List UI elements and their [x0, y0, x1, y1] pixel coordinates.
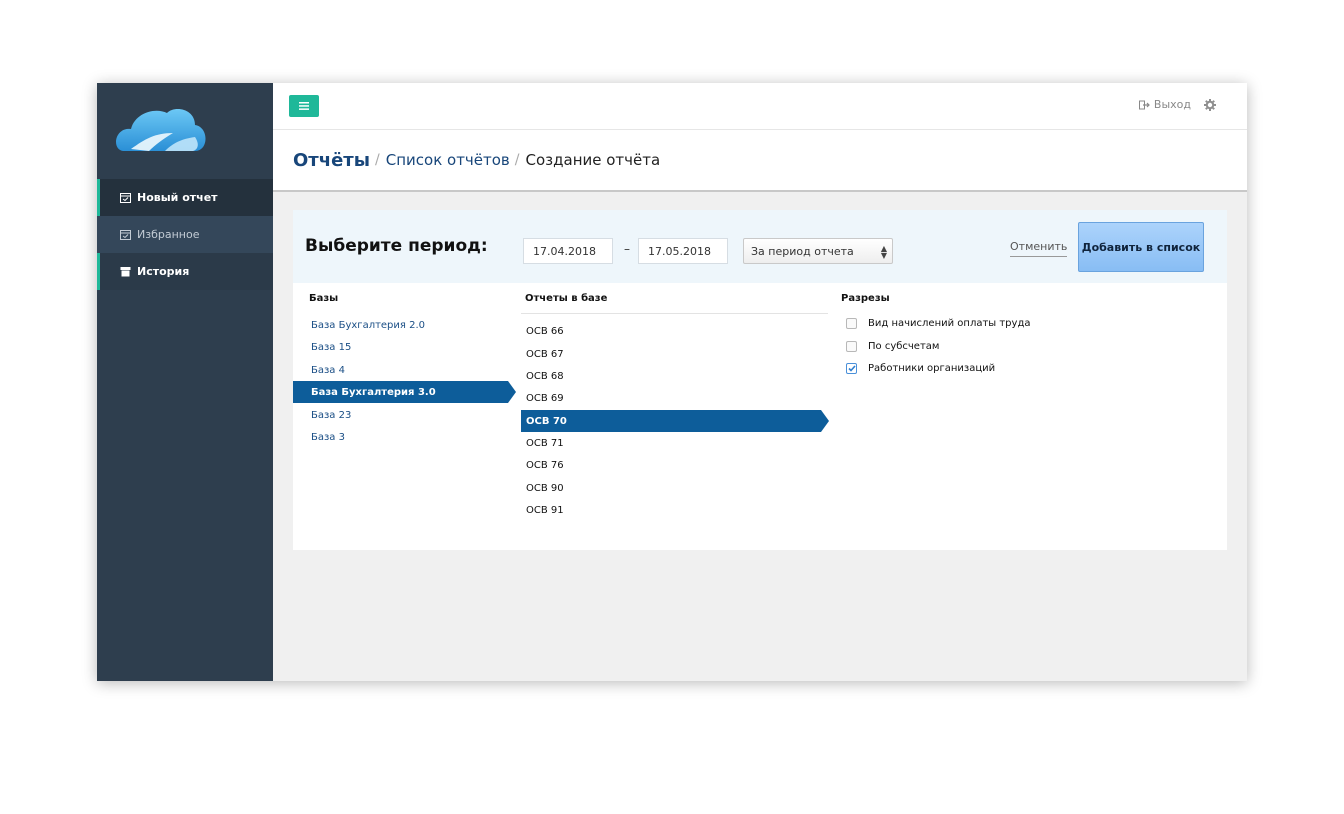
hamburger-icon — [299, 102, 309, 110]
add-to-list-button[interactable]: Добавить в список — [1078, 222, 1204, 272]
sidebar-item-history[interactable]: История — [97, 253, 273, 290]
report-list-item-selected[interactable]: ОСВ 70 — [521, 410, 829, 432]
report-label: ОСВ 68 — [526, 370, 564, 382]
slice-option[interactable]: Вид начислений оплаты труда — [846, 318, 1031, 329]
breadcrumb-separator: / — [375, 152, 380, 168]
breadcrumb-current: Создание отчёта — [525, 151, 661, 169]
base-list-item[interactable]: База 3 — [293, 426, 508, 448]
period-title: Выберите период: — [305, 236, 488, 256]
report-list-item[interactable]: ОСВ 90 — [521, 477, 821, 499]
slice-option[interactable]: По субсчетам — [846, 341, 939, 352]
breadcrumb: Отчёты / Список отчётов / Создание отчёт… — [273, 130, 1247, 192]
slice-checkbox[interactable] — [846, 318, 857, 329]
base-label: База 15 — [311, 341, 352, 353]
archive-icon — [119, 266, 131, 278]
checkmark-icon — [847, 365, 856, 372]
slice-checkbox[interactable] — [846, 341, 857, 352]
report-label: ОСВ 91 — [526, 504, 564, 516]
app-window: Новый отчет Избранное История Выход Отчё… — [97, 83, 1247, 681]
reports-column-header: Отчеты в базе — [525, 293, 608, 304]
base-list-item[interactable]: База 4 — [293, 359, 508, 381]
slice-label: Работники организаций — [868, 363, 996, 374]
slice-label: По субсчетам — [868, 341, 940, 352]
base-list-item[interactable]: База 15 — [293, 336, 508, 358]
report-list-item[interactable]: ОСВ 69 — [521, 387, 821, 409]
period-select-value: За период отчета — [751, 244, 854, 258]
base-label: База 23 — [311, 409, 352, 421]
breadcrumb-separator: / — [514, 152, 520, 168]
slices-column-header: Разрезы — [841, 293, 890, 304]
base-label: База Бухгалтерия 2.0 — [311, 319, 426, 331]
period-bar: Выберите период: – За период отчета ▲▼ О… — [293, 210, 1227, 283]
reports-divider — [521, 313, 828, 314]
date-to-input[interactable] — [638, 238, 728, 264]
sign-out-icon — [1138, 100, 1150, 109]
report-label: ОСВ 76 — [526, 459, 564, 471]
report-list-item[interactable]: ОСВ 66 — [521, 320, 821, 342]
sidebar-item-new-report[interactable]: Новый отчет — [97, 179, 273, 216]
report-list-item[interactable]: ОСВ 68 — [521, 365, 821, 387]
base-label: База Бухгалтерия 3.0 — [311, 386, 436, 398]
calendar-check-icon — [119, 229, 131, 241]
calendar-check-icon — [119, 192, 131, 204]
sidebar-item-label: Избранное — [137, 228, 200, 241]
slice-option[interactable]: Работники организаций — [846, 363, 995, 374]
menu-toggle-button[interactable] — [289, 95, 319, 117]
report-label: ОСВ 90 — [526, 482, 564, 494]
select-arrows-icon: ▲ ▼ — [880, 244, 887, 260]
sidebar-item-label: История — [137, 265, 190, 278]
report-label: ОСВ 71 — [526, 437, 564, 449]
top-bar: Выход — [273, 83, 1247, 130]
report-label: ОСВ 69 — [526, 392, 564, 404]
logout-label: Выход — [1153, 98, 1191, 111]
date-from-input[interactable] — [523, 238, 613, 264]
bases-column-header: Базы — [309, 293, 339, 304]
report-list-item[interactable]: ОСВ 71 — [521, 432, 821, 454]
breadcrumb-link-reports-list[interactable]: Список отчётов — [386, 151, 510, 169]
report-list-item[interactable]: ОСВ 76 — [521, 454, 821, 476]
base-label: База 3 — [311, 431, 345, 443]
date-range-dash: – — [624, 242, 630, 256]
logout-link[interactable]: Выход — [1138, 98, 1191, 111]
base-list-item[interactable]: База 23 — [293, 404, 508, 426]
period-type-select[interactable]: За период отчета ▲ ▼ — [743, 238, 893, 264]
sidebar-item-label: Новый отчет — [137, 191, 218, 204]
report-builder-panel: Выберите период: – За период отчета ▲▼ О… — [293, 210, 1227, 550]
gear-icon[interactable] — [1203, 98, 1217, 112]
base-list-item-selected[interactable]: База Бухгалтерия 3.0 — [293, 381, 516, 403]
cancel-button[interactable]: Отменить — [1010, 240, 1068, 257]
breadcrumb-root[interactable]: Отчёты — [293, 150, 370, 171]
cloud-logo-icon — [116, 109, 206, 151]
report-label: ОСВ 66 — [526, 325, 564, 337]
base-list-item[interactable]: База Бухгалтерия 2.0 — [293, 314, 508, 336]
report-list-item[interactable]: ОСВ 91 — [521, 499, 821, 521]
base-label: База 4 — [311, 364, 345, 376]
slice-label: Вид начислений оплаты труда — [868, 318, 1031, 329]
report-label: ОСВ 67 — [526, 348, 564, 360]
slice-checkbox-checked[interactable] — [846, 363, 857, 374]
sidebar-item-favorites[interactable]: Избранное — [97, 216, 273, 253]
report-list-item[interactable]: ОСВ 67 — [521, 343, 821, 365]
sidebar: Новый отчет Избранное История — [97, 83, 273, 681]
report-label: ОСВ 70 — [526, 415, 567, 427]
